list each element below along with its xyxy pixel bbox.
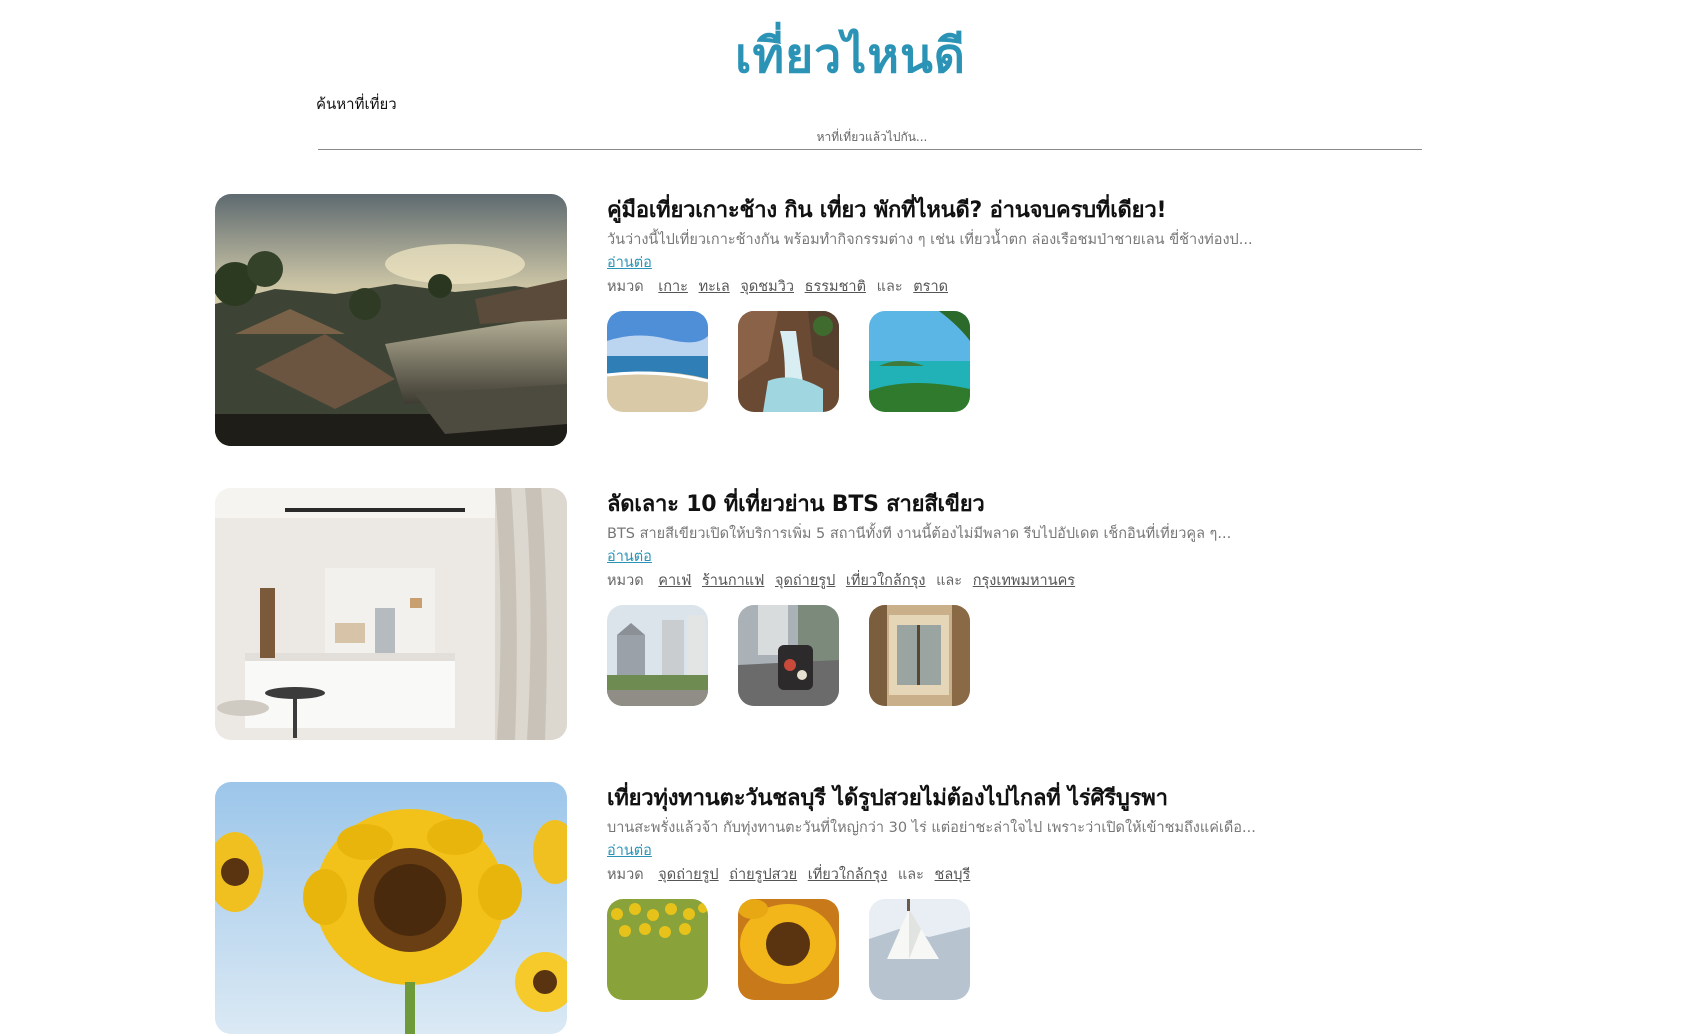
category-link[interactable]: ธรรมชาติ (805, 279, 866, 295)
category-link[interactable]: เกาะ (658, 279, 688, 295)
search-label: ค้นหาที่เที่ยว (316, 95, 397, 113)
thumbnail-gallery (607, 311, 1307, 412)
category-link[interactable]: ชลบุรี (935, 867, 971, 883)
category-link[interactable]: จุดถ่ายรูป (775, 573, 835, 589)
thumbnail-image[interactable] (607, 311, 708, 412)
article-title[interactable]: ลัดเลาะ 10 ที่เที่ยวย่าน BTS สายสีเขียว (607, 490, 1307, 520)
category-list: หมวด เกาะ ทะเล จุดชมวิว ธรรมชาติ และ ตรา… (607, 275, 1307, 299)
article-cover-image[interactable] (215, 488, 567, 740)
read-more-link[interactable]: อ่านต่อ (607, 840, 652, 862)
article-cover-image[interactable] (215, 194, 567, 446)
article-card: ลัดเลาะ 10 ที่เที่ยวย่าน BTS สายสีเขียว … (215, 488, 1315, 740)
thumbnail-image[interactable] (607, 605, 708, 706)
category-prefix: หมวด (607, 573, 644, 589)
category-link[interactable]: จุดชมวิว (740, 279, 794, 295)
category-prefix: หมวด (607, 279, 644, 295)
search-box (318, 125, 1426, 150)
category-and: และ (876, 279, 903, 295)
thumbnail-image[interactable] (869, 311, 970, 412)
category-link[interactable]: ถ่ายรูปสวย (729, 867, 797, 883)
category-and: และ (897, 867, 924, 883)
read-more-link[interactable]: อ่านต่อ (607, 546, 652, 568)
site-title: เที่ยวไหนดี (735, 28, 966, 84)
thumbnail-image[interactable] (869, 605, 970, 706)
thumbnail-image[interactable] (738, 899, 839, 1000)
article-excerpt: บานสะพรั่งแล้วจ้า กับทุ่งทานตะวันที่ใหญ่… (607, 820, 1256, 836)
thumbnail-image[interactable] (738, 311, 839, 412)
article-title[interactable]: เที่ยวทุ่งทานตะวันชลบุรี ได้รูปสวยไม่ต้อ… (607, 784, 1307, 814)
article-body: เที่ยวทุ่งทานตะวันชลบุรี ได้รูปสวยไม่ต้อ… (607, 784, 1307, 1000)
thumbnail-gallery (607, 899, 1307, 1000)
thumbnail-image[interactable] (869, 899, 970, 1000)
article-title[interactable]: คู่มือเที่ยวเกาะช้าง กิน เที่ยว พักที่ไห… (607, 196, 1307, 226)
article-excerpt: วันว่างนี้ไปเที่ยวเกาะช้างกัน พร้อมทำกิจ… (607, 232, 1253, 248)
category-link[interactable]: ทะเล (699, 279, 730, 295)
category-prefix: หมวด (607, 867, 644, 883)
article-body: ลัดเลาะ 10 ที่เที่ยวย่าน BTS สายสีเขียว … (607, 490, 1307, 706)
category-link[interactable]: ร้านกาแฟ (702, 573, 764, 589)
thumbnail-gallery (607, 605, 1307, 706)
category-link[interactable]: จุดถ่ายรูป (658, 867, 718, 883)
category-link[interactable]: คาเฟ่ (658, 573, 691, 589)
search-input[interactable] (318, 125, 1426, 149)
article-body: คู่มือเที่ยวเกาะช้าง กิน เที่ยว พักที่ไห… (607, 196, 1307, 412)
category-list: หมวด จุดถ่ายรูป ถ่ายรูปสวย เที่ยวใกล้กรุ… (607, 863, 1307, 887)
article-card: คู่มือเที่ยวเกาะช้าง กิน เที่ยว พักที่ไห… (215, 194, 1315, 446)
read-more-link[interactable]: อ่านต่อ (607, 252, 652, 274)
article-card: เที่ยวทุ่งทานตะวันชลบุรี ได้รูปสวยไม่ต้อ… (215, 782, 1315, 1034)
article-excerpt: BTS สายสีเขียวเปิดให้บริการเพิ่ม 5 สถานี… (607, 526, 1232, 542)
category-link[interactable]: เที่ยวใกล้กรุง (808, 867, 888, 883)
category-list: หมวด คาเฟ่ ร้านกาแฟ จุดถ่ายรูป เที่ยวใกล… (607, 569, 1307, 593)
category-link[interactable]: ตราด (913, 279, 948, 295)
category-link[interactable]: กรุงเทพมหานคร (973, 573, 1075, 589)
category-and: และ (936, 573, 963, 589)
category-link[interactable]: เที่ยวใกล้กรุง (846, 573, 926, 589)
thumbnail-image[interactable] (607, 899, 708, 1000)
article-cover-image[interactable] (215, 782, 567, 1034)
thumbnail-image[interactable] (738, 605, 839, 706)
